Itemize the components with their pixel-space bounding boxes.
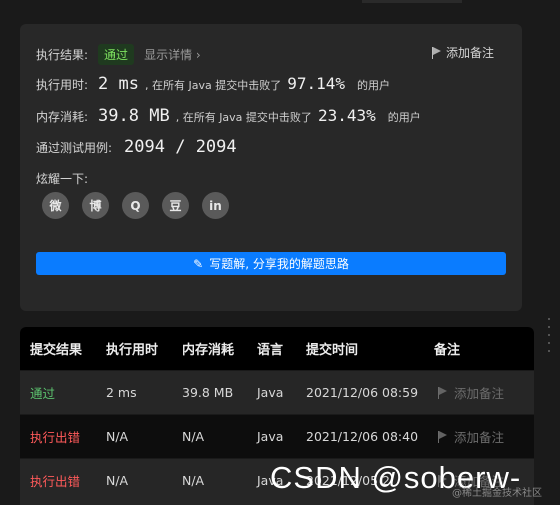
- table-row[interactable]: 执行出错 N/A N/A Java 2021/12/06 08:40 添加备注: [20, 414, 534, 458]
- row-language: Java: [257, 429, 284, 444]
- row-memory: N/A: [182, 429, 205, 444]
- row-language: Java: [257, 385, 284, 400]
- result-card: 执行结果: 通过 显示详情 › 添加备注 执行用时: 2 ms , 在所有 Ja…: [20, 24, 522, 311]
- memory-text: , 在所有 Java 提交中击败了: [175, 111, 312, 124]
- row-runtime: N/A: [106, 429, 129, 444]
- row-memory: N/A: [182, 473, 205, 488]
- memory-row: 内存消耗: 39.8 MB , 在所有 Java 提交中击败了 23.43% 的…: [36, 106, 421, 126]
- douban-icon[interactable]: 豆: [162, 192, 189, 219]
- row-memory: 39.8 MB: [182, 385, 234, 400]
- qq-glyph: Q: [130, 198, 141, 213]
- weibo-icon[interactable]: 博: [82, 192, 109, 219]
- wechat-icon[interactable]: 微: [42, 192, 69, 219]
- wechat-glyph: 微: [49, 199, 62, 213]
- weibo-glyph: 博: [89, 199, 102, 213]
- header-note: 备注: [434, 343, 461, 358]
- status-badge: 通过: [98, 44, 135, 65]
- row-add-note-label: 添加备注: [454, 386, 505, 401]
- juejin-watermark: @稀土掘金技术社区: [452, 488, 542, 499]
- row-submit-time: 2021/12/06 08:40: [306, 429, 419, 444]
- qq-icon[interactable]: Q: [122, 192, 149, 219]
- share-icons: 微 博 Q 豆 in: [42, 192, 229, 219]
- tests-label: 通过测试用例:: [36, 141, 113, 155]
- runtime-value: 2 ms: [98, 74, 139, 94]
- linkedin-icon[interactable]: in: [202, 192, 229, 219]
- table-row[interactable]: 通过 2 ms 39.8 MB Java 2021/12/06 08:59 添加…: [20, 370, 534, 414]
- show-details-link[interactable]: 显示详情 ›: [144, 46, 201, 63]
- row-status[interactable]: 执行出错: [30, 471, 80, 490]
- add-note-button[interactable]: 添加备注: [431, 44, 494, 61]
- header-memory: 内存消耗: [182, 343, 235, 358]
- header-submit-time: 提交时间: [306, 343, 359, 358]
- result-row: 执行结果: 通过 显示详情 ›: [36, 44, 201, 65]
- runtime-suffix: 的用户: [357, 79, 391, 92]
- flag-icon: [438, 386, 448, 399]
- row-runtime: 2 ms: [106, 385, 137, 400]
- runtime-text: , 在所有 Java 提交中击败了: [145, 79, 282, 92]
- runtime-row: 执行用时: 2 ms , 在所有 Java 提交中击败了 97.14% 的用户: [36, 74, 390, 94]
- row-add-note-button[interactable]: 添加备注: [438, 383, 504, 402]
- memory-label: 内存消耗:: [36, 110, 89, 124]
- flag-icon: [431, 46, 442, 59]
- row-add-note-button[interactable]: 添加备注: [438, 427, 504, 446]
- header-runtime: 执行用时: [106, 343, 159, 358]
- linkedin-glyph: in: [209, 198, 222, 213]
- add-note-label: 添加备注: [445, 46, 494, 60]
- memory-suffix: 的用户: [387, 111, 421, 124]
- row-status[interactable]: 执行出错: [30, 427, 80, 446]
- result-label: 执行结果:: [36, 48, 89, 62]
- write-solution-button[interactable]: ✎ 写题解, 分享我的解题思路: [36, 252, 506, 275]
- table-header: 提交结果 执行用时 内存消耗 语言 提交时间 备注: [20, 327, 534, 370]
- pencil-icon: ✎: [193, 256, 204, 271]
- runtime-percent: 97.14%: [287, 74, 346, 93]
- scroll-handle[interactable]: [546, 318, 552, 358]
- row-submit-time: 2021/12/06 08:59: [306, 385, 419, 400]
- tests-value: 2094 / 2094: [124, 137, 237, 157]
- memory-percent: 23.43%: [317, 106, 376, 125]
- tests-row: 通过测试用例: 2094 / 2094: [36, 137, 237, 157]
- header-language: 语言: [257, 343, 284, 358]
- row-runtime: N/A: [106, 473, 129, 488]
- memory-value: 39.8 MB: [98, 106, 170, 126]
- flag-icon: [438, 430, 448, 443]
- row-add-note-label: 添加备注: [454, 430, 505, 445]
- header-status: 提交结果: [30, 343, 83, 358]
- row-status[interactable]: 通过: [30, 383, 55, 402]
- douban-glyph: 豆: [169, 199, 182, 213]
- share-label: 炫耀一下:: [36, 172, 89, 186]
- share-label-row: 炫耀一下:: [36, 170, 88, 187]
- top-edge-bar: [362, 0, 462, 3]
- runtime-label: 执行用时:: [36, 78, 89, 92]
- write-solution-label: 写题解, 分享我的解题思路: [209, 257, 349, 271]
